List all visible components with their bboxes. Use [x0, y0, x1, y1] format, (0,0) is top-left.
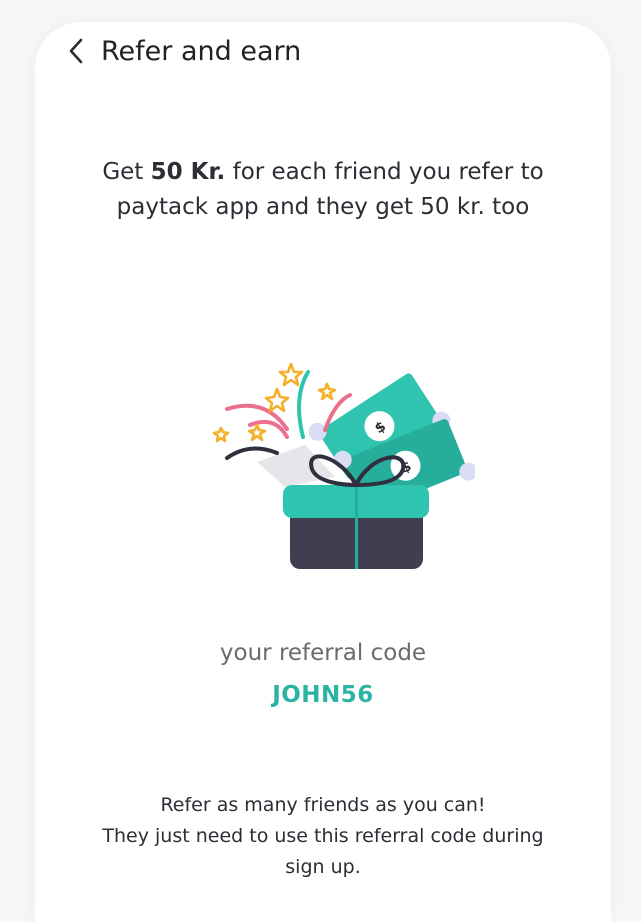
headline-prefix: Get: [102, 159, 151, 185]
reward-headline: Get 50 Kr. for each friend you refer to …: [35, 155, 611, 225]
headline-suffix: for each friend you refer to: [225, 159, 544, 185]
referral-code[interactable]: JOHN56: [35, 682, 611, 708]
info-line-2: They just need to use this referral code…: [102, 825, 544, 847]
referral-instructions: Refer as many friends as you can! They j…: [75, 790, 571, 883]
chevron-left-icon: [69, 38, 83, 64]
refer-screen: Refer and earn Get 50 Kr. for each frien…: [35, 22, 611, 922]
reward-amount: 50 Kr.: [150, 159, 226, 185]
gift-box-with-money-illustration: $ $: [212, 362, 475, 569]
referral-code-label: your referral code: [219, 640, 427, 666]
info-line-3: sign up.: [285, 856, 361, 878]
back-button[interactable]: [67, 34, 91, 68]
info-line-1: Refer as many friends as you can!: [160, 794, 486, 816]
page-title: Refer and earn: [101, 35, 302, 67]
headline-line-1: Get 50 Kr. for each friend you refer to: [35, 155, 611, 190]
headline-line-2: paytack app and they get 50 kr. too: [116, 194, 530, 220]
header: Refer and earn: [67, 34, 301, 68]
